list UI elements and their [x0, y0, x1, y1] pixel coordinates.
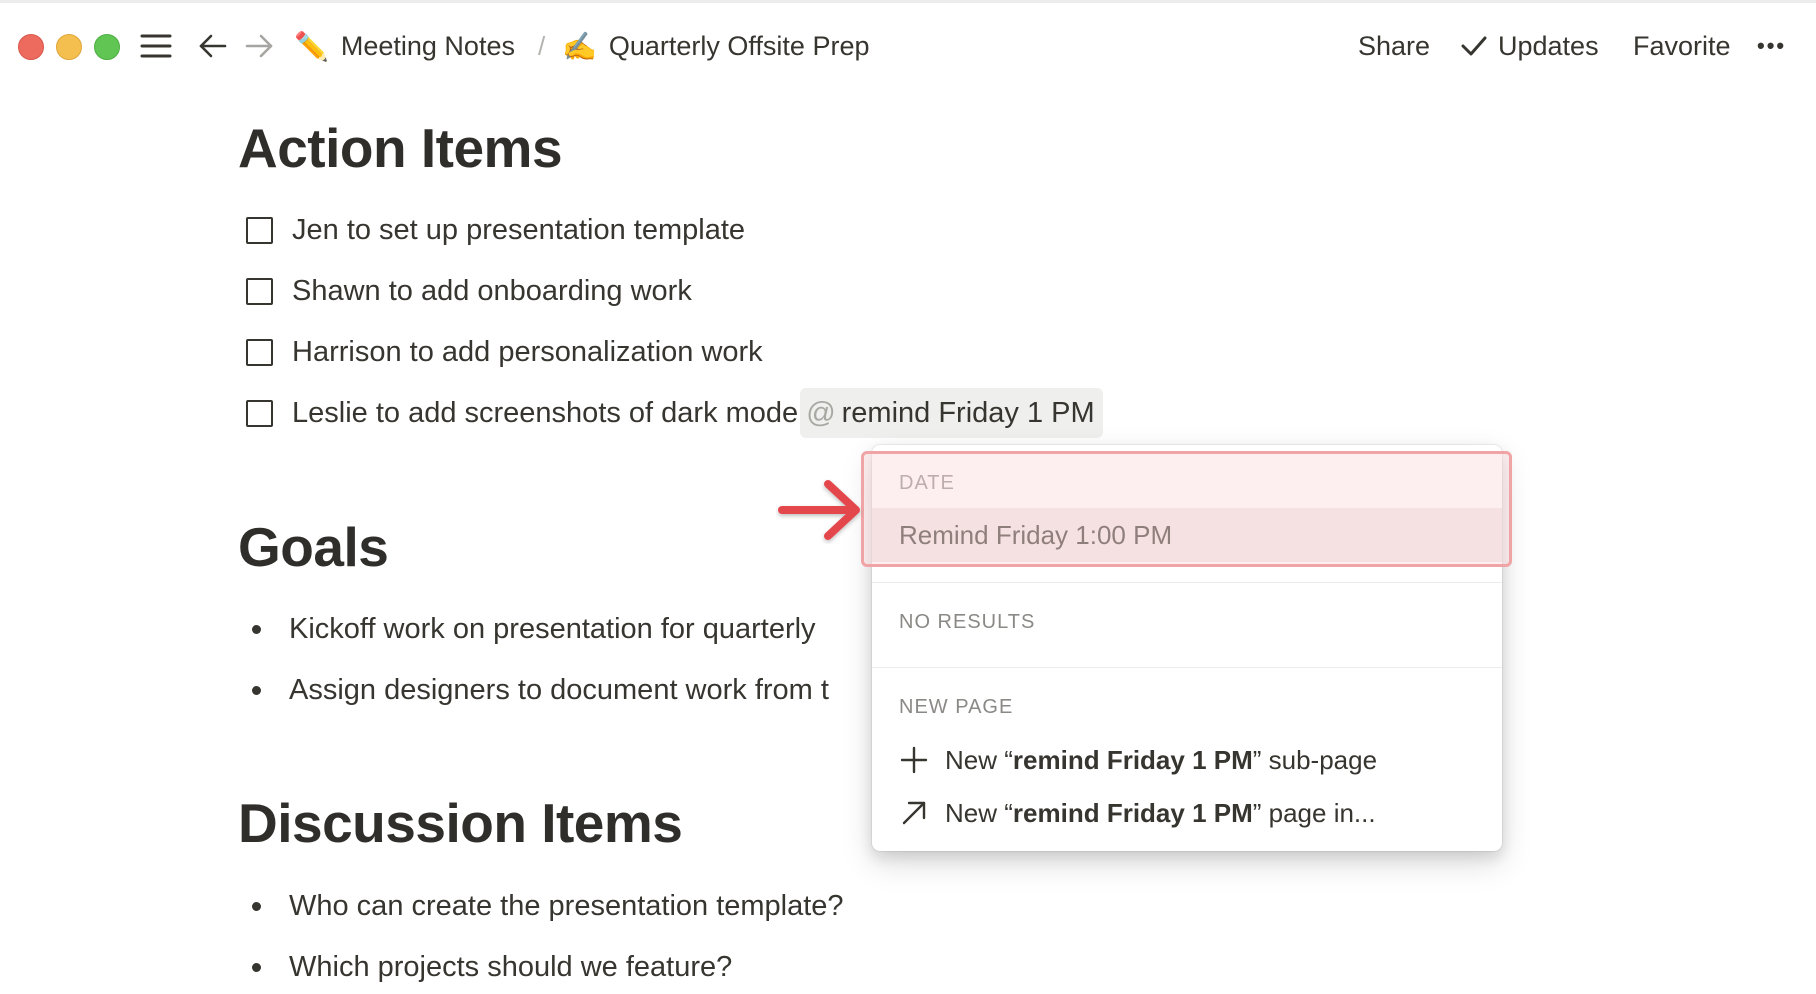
pencil-icon: ✏️	[294, 30, 329, 62]
new-page-in-option[interactable]: New “remind Friday 1 PM” page in...	[899, 791, 1376, 835]
list-item: Kickoff work on presentation for quarter…	[252, 607, 816, 651]
list-item-text[interactable]: Assign designers to document work from t	[289, 674, 829, 707]
close-window-button[interactable]	[18, 34, 44, 60]
todo-checkbox[interactable]	[246, 216, 273, 244]
share-button[interactable]: Share	[1358, 27, 1430, 65]
updates-button[interactable]: Updates	[1460, 27, 1599, 65]
heading-discussion-items: Discussion Items	[238, 792, 683, 854]
forward-arrow-icon[interactable]	[242, 27, 276, 65]
mention-input-chip[interactable]: @ remind Friday 1 PM	[800, 388, 1103, 438]
favorite-button[interactable]: Favorite	[1633, 27, 1731, 65]
writing-hand-icon: ✍️	[562, 30, 597, 62]
zoom-window-button[interactable]	[94, 34, 120, 60]
list-item-text[interactable]: Which projects should we feature?	[289, 951, 732, 984]
todo-checkbox[interactable]	[246, 399, 273, 427]
option-text-prefix: New “	[945, 797, 1013, 828]
todo-checkbox[interactable]	[246, 277, 273, 305]
todo-text[interactable]: Harrison to add personalization work	[292, 336, 763, 369]
title-bar: ✏️ Meeting Notes / ✍️ Quarterly Offsite …	[0, 0, 1816, 84]
checkmark-icon	[1460, 35, 1488, 57]
arrow-up-right-icon	[899, 798, 929, 828]
todo-item: Harrison to add personalization work	[246, 330, 763, 374]
todo-text[interactable]: Shawn to add onboarding work	[292, 275, 692, 308]
menu-icon[interactable]	[138, 27, 174, 65]
more-options-button[interactable]: •••	[1757, 27, 1786, 65]
todo-item: Leslie to add screenshots of dark mode @…	[246, 388, 1103, 438]
breadcrumb-meeting-notes[interactable]: ✏️ Meeting Notes	[294, 27, 515, 65]
bullet-dot	[252, 624, 261, 634]
option-text-suffix: ” sub-page	[1252, 744, 1378, 775]
option-text-query: remind Friday 1 PM	[1012, 744, 1253, 775]
option-text-query: remind Friday 1 PM	[1012, 797, 1253, 828]
bullet-dot	[252, 962, 261, 972]
mention-query: remind Friday 1 PM	[841, 396, 1095, 429]
minimize-window-button[interactable]	[56, 34, 82, 60]
divider	[872, 667, 1502, 668]
breadcrumb-label: Quarterly Offsite Prep	[608, 30, 870, 61]
breadcrumb-quarterly-offsite-prep[interactable]: ✍️ Quarterly Offsite Prep	[562, 27, 869, 65]
list-item-text[interactable]: Kickoff work on presentation for quarter…	[289, 613, 816, 646]
list-item: Assign designers to document work from t	[252, 668, 829, 712]
todo-item: Shawn to add onboarding work	[246, 269, 692, 313]
updates-label: Updates	[1498, 30, 1599, 61]
at-symbol: @	[806, 396, 836, 429]
todo-checkbox[interactable]	[246, 338, 273, 366]
new-subpage-option[interactable]: New “remind Friday 1 PM” sub-page	[899, 738, 1377, 782]
back-arrow-icon[interactable]	[196, 27, 230, 65]
breadcrumb-separator: /	[538, 30, 546, 61]
section-new-page: NEW PAGE	[899, 696, 1014, 718]
todo-item: Jen to set up presentation template	[246, 208, 745, 252]
list-item-text[interactable]: Who can create the presentation template…	[289, 890, 844, 923]
bullet-dot	[252, 685, 261, 695]
plus-icon	[899, 745, 929, 775]
annotation-highlight-box	[861, 451, 1512, 567]
bullet-dot	[252, 901, 261, 911]
todo-text[interactable]: Leslie to add screenshots of dark mode	[292, 397, 798, 430]
breadcrumb-label: Meeting Notes	[340, 30, 515, 61]
option-text-suffix: ” page in...	[1252, 797, 1376, 828]
section-no-results: NO RESULTS	[899, 611, 1036, 633]
list-item: Who can create the presentation template…	[252, 884, 844, 928]
heading-action-items: Action Items	[238, 117, 563, 179]
option-text-prefix: New “	[945, 744, 1013, 775]
annotation-arrow-icon	[778, 480, 860, 540]
heading-goals: Goals	[238, 516, 389, 578]
todo-text[interactable]: Jen to set up presentation template	[292, 214, 745, 247]
list-item: Which projects should we feature?	[252, 945, 732, 989]
divider	[872, 582, 1502, 583]
